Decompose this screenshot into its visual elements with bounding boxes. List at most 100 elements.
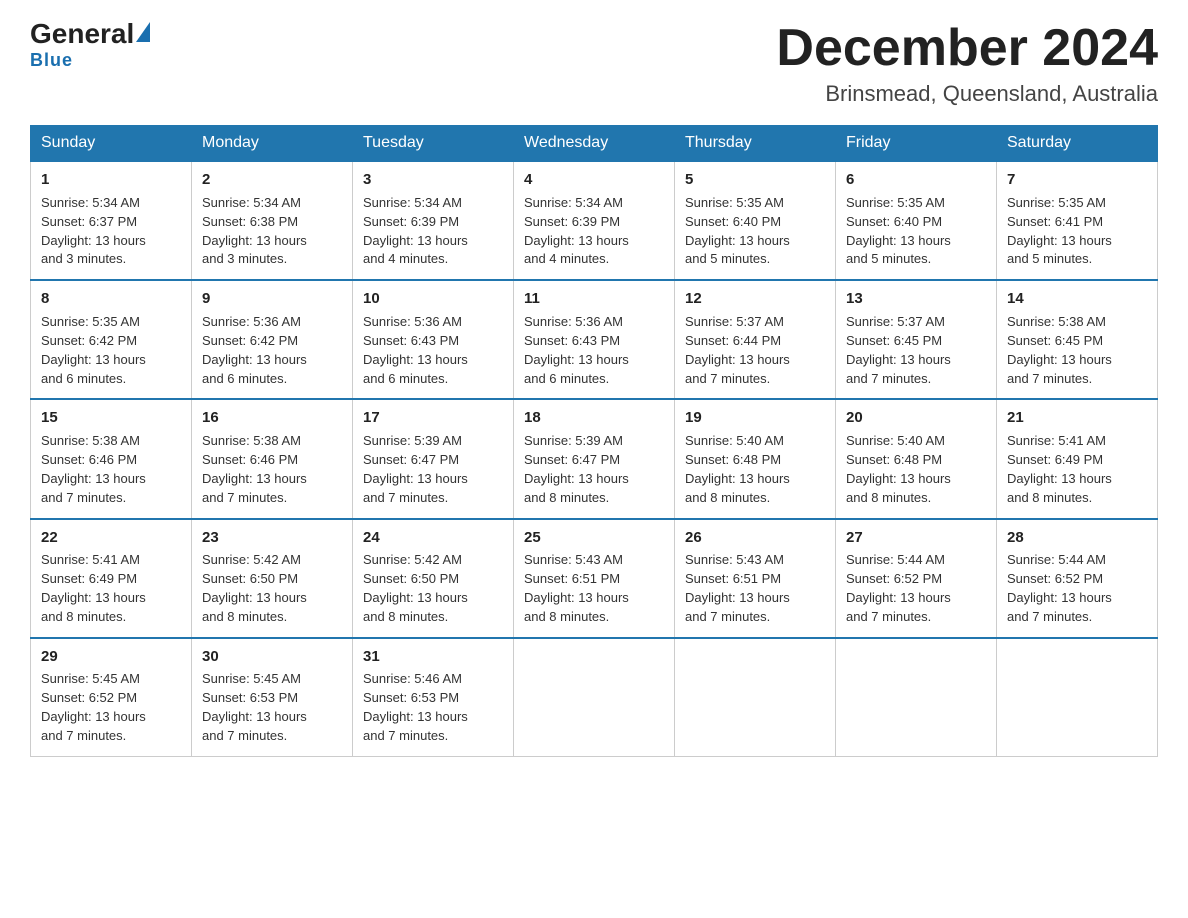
day-number: 30 [202,646,342,668]
calendar-cell [675,638,836,757]
day-info: Sunrise: 5:43 AMSunset: 6:51 PMDaylight:… [524,552,629,624]
calendar-cell: 3 Sunrise: 5:34 AMSunset: 6:39 PMDaylight… [353,161,514,280]
calendar-cell: 27Sunrise: 5:44 AMSunset: 6:52 PMDayligh… [836,519,997,638]
day-info: Sunrise: 5:35 AMSunset: 6:40 PMDaylight:… [685,195,790,267]
day-info: Sunrise: 5:46 AMSunset: 6:53 PMDaylight:… [363,671,468,743]
calendar-cell: 20Sunrise: 5:40 AMSunset: 6:48 PMDayligh… [836,399,997,518]
day-number: 31 [363,646,503,668]
day-number: 1 [41,169,181,191]
calendar-cell: 8 Sunrise: 5:35 AMSunset: 6:42 PMDaylight… [31,280,192,399]
day-info: Sunrise: 5:41 AMSunset: 6:49 PMDaylight:… [1007,433,1112,505]
day-number: 14 [1007,288,1147,310]
logo-triangle-icon [136,22,150,42]
calendar-cell: 29Sunrise: 5:45 AMSunset: 6:52 PMDayligh… [31,638,192,757]
page-title: December 2024 [776,20,1158,77]
title-area: December 2024 Brinsmead, Queensland, Aus… [776,20,1158,107]
day-info: Sunrise: 5:34 AMSunset: 6:37 PMDaylight:… [41,195,146,267]
day-info: Sunrise: 5:40 AMSunset: 6:48 PMDaylight:… [846,433,951,505]
logo-blue: Blue [30,50,73,71]
calendar-cell: 18 Sunrise: 5:39 AMSunset: 6:47 PMDayligh… [514,399,675,518]
calendar-cell [514,638,675,757]
day-number: 27 [846,527,986,549]
calendar-cell: 28 Sunrise: 5:44 AMSunset: 6:52 PMDayligh… [997,519,1158,638]
day-info: Sunrise: 5:34 AMSunset: 6:39 PMDaylight:… [363,195,468,267]
calendar-cell: 25 Sunrise: 5:43 AMSunset: 6:51 PMDayligh… [514,519,675,638]
day-number: 29 [41,646,181,668]
calendar-header-wednesday: Wednesday [514,126,675,162]
calendar-cell: 23 Sunrise: 5:42 AMSunset: 6:50 PMDayligh… [192,519,353,638]
day-info: Sunrise: 5:34 AMSunset: 6:38 PMDaylight:… [202,195,307,267]
day-number: 17 [363,407,503,429]
day-info: Sunrise: 5:45 AMSunset: 6:53 PMDaylight:… [202,671,307,743]
calendar-cell: 10 Sunrise: 5:36 AMSunset: 6:43 PMDayligh… [353,280,514,399]
day-number: 10 [363,288,503,310]
calendar-cell: 11 Sunrise: 5:36 AMSunset: 6:43 PMDayligh… [514,280,675,399]
day-number: 25 [524,527,664,549]
calendar-header-sunday: Sunday [31,126,192,162]
calendar-cell: 26Sunrise: 5:43 AMSunset: 6:51 PMDayligh… [675,519,836,638]
day-info: Sunrise: 5:35 AMSunset: 6:40 PMDaylight:… [846,195,951,267]
day-number: 12 [685,288,825,310]
calendar-cell: 17 Sunrise: 5:39 AMSunset: 6:47 PMDayligh… [353,399,514,518]
calendar-cell: 16Sunrise: 5:38 AMSunset: 6:46 PMDayligh… [192,399,353,518]
day-number: 4 [524,169,664,191]
calendar-cell: 21 Sunrise: 5:41 AMSunset: 6:49 PMDayligh… [997,399,1158,518]
day-info: Sunrise: 5:42 AMSunset: 6:50 PMDaylight:… [202,552,307,624]
day-info: Sunrise: 5:39 AMSunset: 6:47 PMDaylight:… [524,433,629,505]
calendar-cell: 24 Sunrise: 5:42 AMSunset: 6:50 PMDayligh… [353,519,514,638]
day-info: Sunrise: 5:42 AMSunset: 6:50 PMDaylight:… [363,552,468,624]
calendar-header-saturday: Saturday [997,126,1158,162]
calendar-week-row-1: 1 Sunrise: 5:34 AMSunset: 6:37 PMDaylight… [31,161,1158,280]
day-number: 15 [41,407,181,429]
calendar-cell: 13Sunrise: 5:37 AMSunset: 6:45 PMDayligh… [836,280,997,399]
logo-text: General [30,20,152,48]
page-header: General Blue December 2024 Brinsmead, Qu… [30,20,1158,107]
day-info: Sunrise: 5:35 AMSunset: 6:41 PMDaylight:… [1007,195,1112,267]
day-info: Sunrise: 5:36 AMSunset: 6:42 PMDaylight:… [202,314,307,386]
calendar-header-monday: Monday [192,126,353,162]
day-number: 6 [846,169,986,191]
calendar-cell: 14 Sunrise: 5:38 AMSunset: 6:45 PMDayligh… [997,280,1158,399]
calendar-cell [836,638,997,757]
page-subtitle: Brinsmead, Queensland, Australia [776,81,1158,107]
day-number: 11 [524,288,664,310]
calendar-cell: 5Sunrise: 5:35 AMSunset: 6:40 PMDaylight… [675,161,836,280]
logo: General Blue [30,20,152,71]
day-number: 7 [1007,169,1147,191]
calendar-cell: 22 Sunrise: 5:41 AMSunset: 6:49 PMDayligh… [31,519,192,638]
calendar-week-row-3: 15 Sunrise: 5:38 AMSunset: 6:46 PMDayligh… [31,399,1158,518]
calendar-cell: 15 Sunrise: 5:38 AMSunset: 6:46 PMDayligh… [31,399,192,518]
day-number: 26 [685,527,825,549]
day-number: 13 [846,288,986,310]
calendar-cell: 2 Sunrise: 5:34 AMSunset: 6:38 PMDaylight… [192,161,353,280]
calendar-cell: 19Sunrise: 5:40 AMSunset: 6:48 PMDayligh… [675,399,836,518]
day-info: Sunrise: 5:38 AMSunset: 6:45 PMDaylight:… [1007,314,1112,386]
calendar-header-tuesday: Tuesday [353,126,514,162]
day-info: Sunrise: 5:35 AMSunset: 6:42 PMDaylight:… [41,314,146,386]
calendar-week-row-4: 22 Sunrise: 5:41 AMSunset: 6:49 PMDayligh… [31,519,1158,638]
day-info: Sunrise: 5:37 AMSunset: 6:44 PMDaylight:… [685,314,790,386]
calendar-header-row: SundayMondayTuesdayWednesdayThursdayFrid… [31,126,1158,162]
day-info: Sunrise: 5:44 AMSunset: 6:52 PMDaylight:… [1007,552,1112,624]
day-number: 18 [524,407,664,429]
day-info: Sunrise: 5:39 AMSunset: 6:47 PMDaylight:… [363,433,468,505]
day-number: 24 [363,527,503,549]
day-number: 8 [41,288,181,310]
calendar-cell: 12 Sunrise: 5:37 AMSunset: 6:44 PMDayligh… [675,280,836,399]
calendar-header-friday: Friday [836,126,997,162]
day-info: Sunrise: 5:36 AMSunset: 6:43 PMDaylight:… [363,314,468,386]
day-number: 23 [202,527,342,549]
day-number: 22 [41,527,181,549]
day-number: 9 [202,288,342,310]
day-info: Sunrise: 5:41 AMSunset: 6:49 PMDaylight:… [41,552,146,624]
day-number: 3 [363,169,503,191]
day-info: Sunrise: 5:36 AMSunset: 6:43 PMDaylight:… [524,314,629,386]
calendar-week-row-5: 29Sunrise: 5:45 AMSunset: 6:52 PMDayligh… [31,638,1158,757]
day-info: Sunrise: 5:38 AMSunset: 6:46 PMDaylight:… [41,433,146,505]
calendar-cell: 7 Sunrise: 5:35 AMSunset: 6:41 PMDaylight… [997,161,1158,280]
calendar-cell: 1 Sunrise: 5:34 AMSunset: 6:37 PMDaylight… [31,161,192,280]
logo-general: General [30,20,134,48]
day-number: 28 [1007,527,1147,549]
day-number: 21 [1007,407,1147,429]
day-number: 2 [202,169,342,191]
